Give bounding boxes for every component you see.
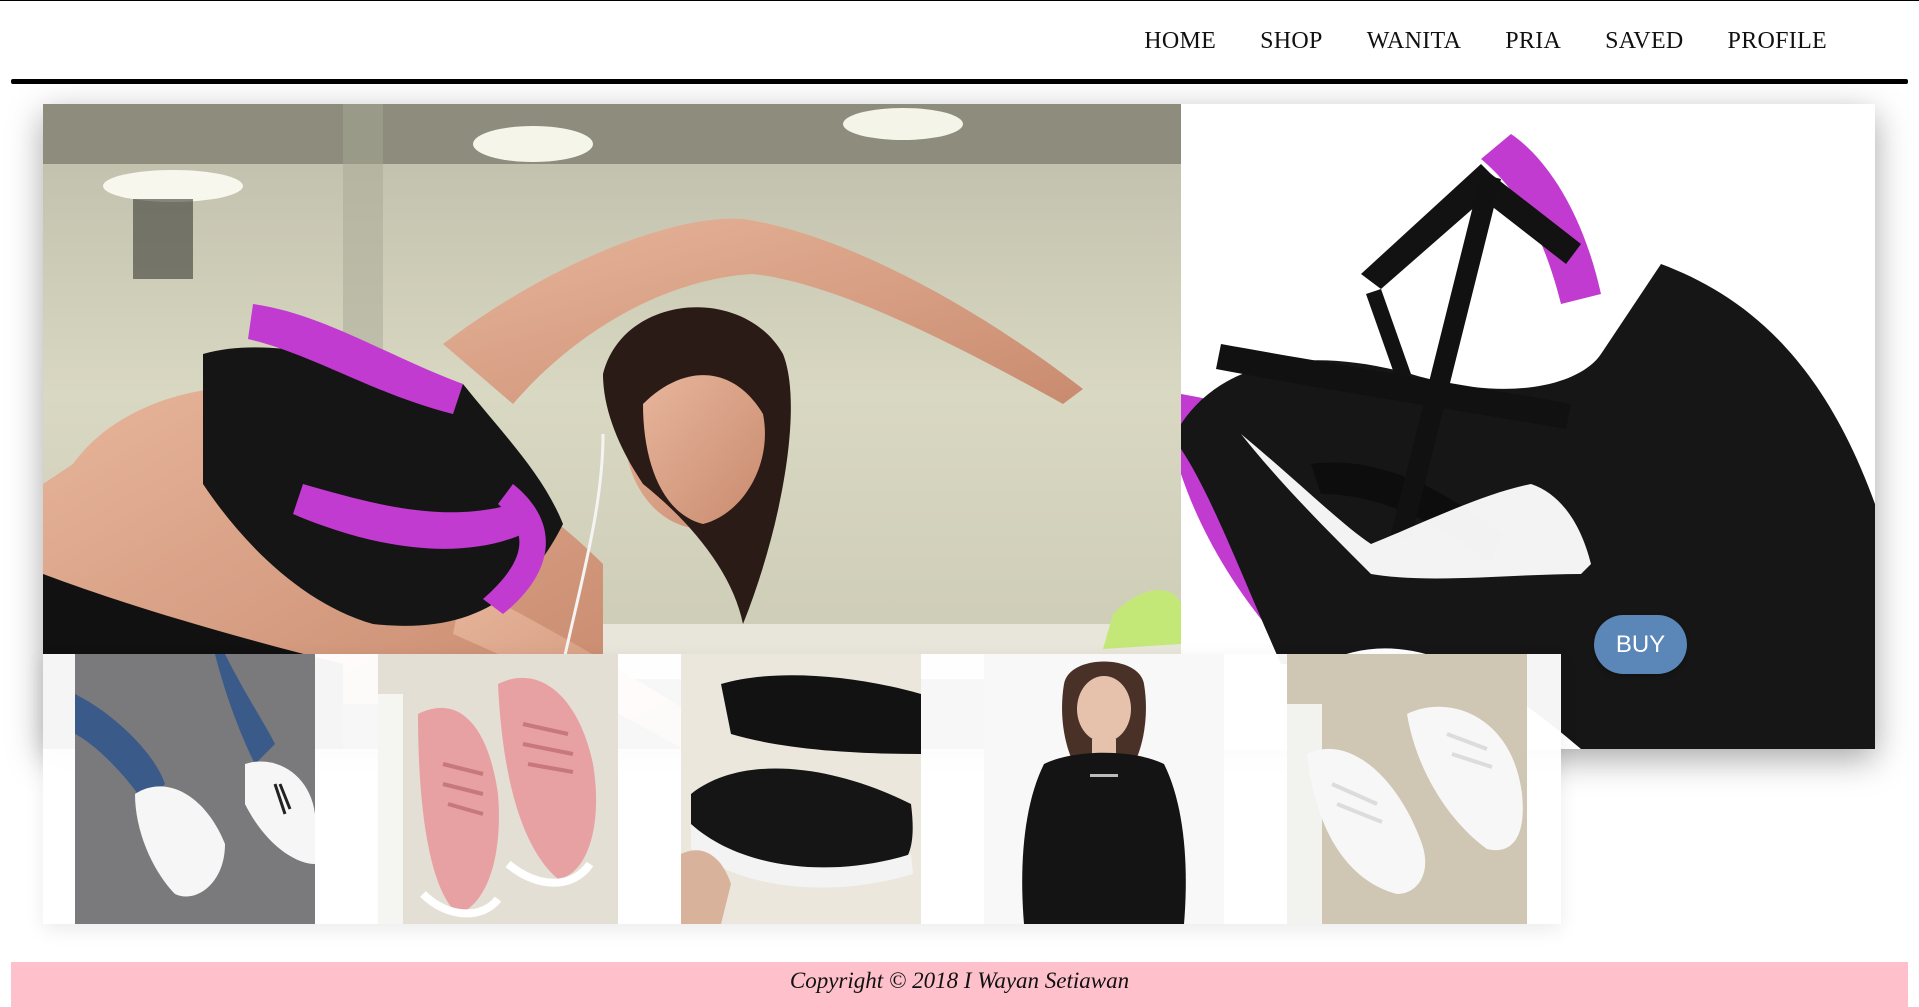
buy-button[interactable]: BUY [1594,615,1687,674]
main-nav: HOME SHOP WANITA PRIA SAVED PROFILE [1122,28,1849,55]
nav-saved-link[interactable]: SAVED [1583,28,1705,55]
navbar: HOME SHOP WANITA PRIA SAVED PROFILE [0,0,1919,86]
sports-bra-product [1181,104,1875,749]
product-thumbnail[interactable] [984,654,1224,924]
black-sneakers-image [681,654,921,924]
pink-sneakers-image [378,654,618,924]
nav-home-link[interactable]: HOME [1122,28,1238,55]
nav-shop-link[interactable]: SHOP [1238,28,1345,55]
white-sneakers-image [1287,654,1527,924]
nav-divider [11,79,1908,84]
hero-photo-image [43,104,1181,749]
nav-pria-link[interactable]: PRIA [1483,28,1583,55]
hero-product-image[interactable] [1181,104,1875,749]
hero-photo [43,104,1181,749]
product-thumbnail[interactable] [681,654,921,924]
nav-profile-link[interactable]: PROFILE [1706,28,1849,55]
product-thumbnail[interactable] [1287,654,1527,924]
nav-wanita-link[interactable]: WANITA [1345,28,1484,55]
product-thumbnail[interactable] [378,654,618,924]
black-long-sleeve-top-image [984,654,1224,924]
copyright-text: Copyright © 2018 I Wayan Setiawan [789,968,1130,993]
product-thumbnail-strip [43,654,1561,924]
product-thumbnail[interactable] [75,654,315,924]
white-sneakers-on-feet-image [75,654,315,924]
footer: Copyright © 2018 I Wayan Setiawan [11,962,1908,1007]
